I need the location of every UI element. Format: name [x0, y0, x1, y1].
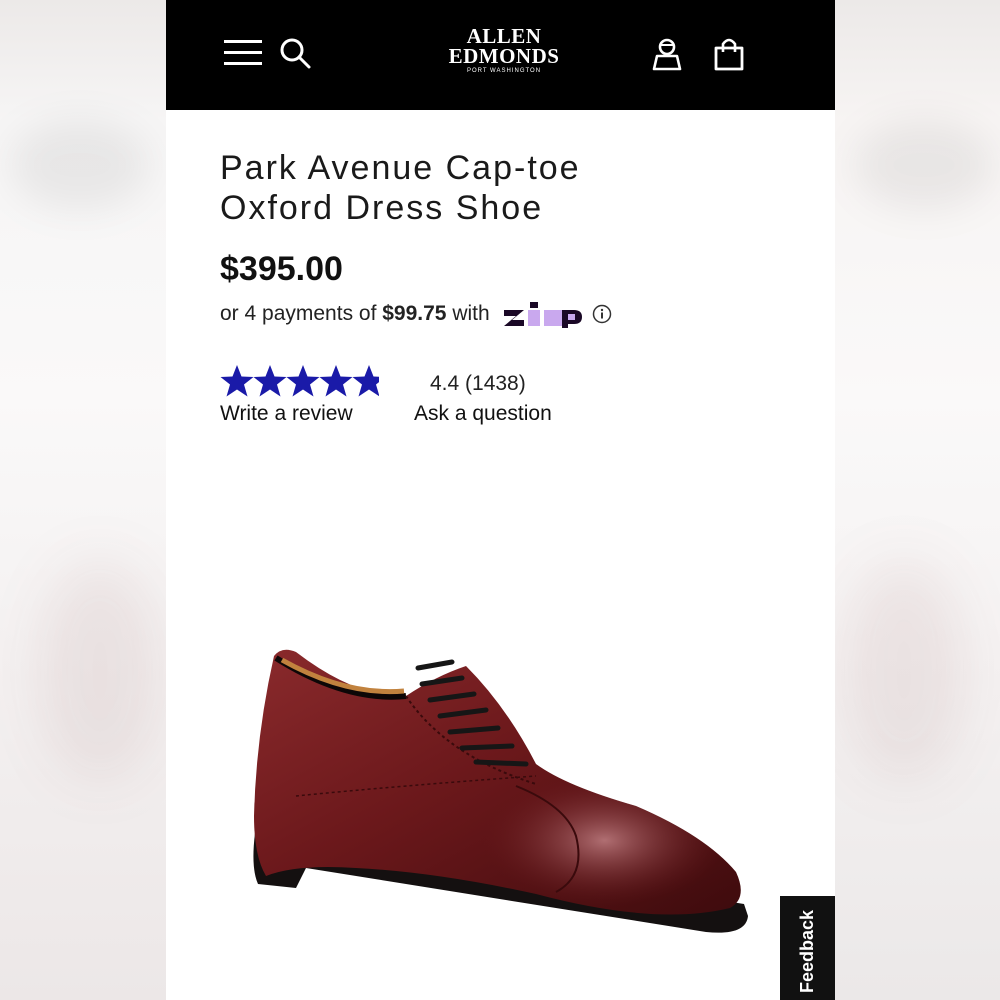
search-icon[interactable] [278, 36, 314, 72]
product-title-line-1: Park Avenue Cap-toe [220, 149, 581, 187]
installment-suffix: with [446, 302, 490, 325]
star-1-icon [220, 365, 254, 397]
installment-amount: $99.75 [382, 302, 447, 325]
blurred-left-background [0, 0, 166, 1000]
star-4-icon [319, 365, 353, 397]
info-icon[interactable] [592, 304, 612, 324]
star-rating[interactable] [220, 364, 386, 402]
feedback-tab[interactable]: Feedback [780, 896, 835, 1000]
blurred-right-background [834, 0, 1000, 1000]
installment-offer: or 4 payments of $99.75 with [220, 300, 612, 328]
product-image[interactable] [236, 636, 756, 956]
write-review-link[interactable]: Write a review [220, 402, 353, 426]
star-2-icon [253, 365, 287, 397]
account-icon[interactable] [650, 36, 684, 72]
product-title-line-2: Oxford Dress Shoe [220, 189, 544, 227]
zip-logo[interactable] [503, 300, 582, 328]
ask-question-link[interactable]: Ask a question [414, 402, 552, 426]
product-title: Park Avenue Cap-toe Oxford Dress Shoe [220, 148, 800, 228]
star-3-icon [286, 365, 320, 397]
installment-prefix: or 4 payments of [220, 302, 383, 325]
product-page: ALLEN EDMONDS PORT WASHINGTON Park Avenu… [166, 0, 835, 1000]
brand-logo[interactable]: ALLEN EDMONDS PORT WASHINGTON [424, 26, 584, 75]
star-5-partial-icon [352, 365, 379, 397]
menu-icon[interactable] [224, 38, 264, 68]
feedback-label: Feedback [797, 909, 818, 993]
shopping-bag-icon[interactable] [712, 36, 746, 72]
product-price: $395.00 [220, 250, 343, 288]
rating-summary[interactable]: 4.4 (1438) [430, 372, 526, 396]
site-header: ALLEN EDMONDS PORT WASHINGTON [166, 0, 835, 110]
